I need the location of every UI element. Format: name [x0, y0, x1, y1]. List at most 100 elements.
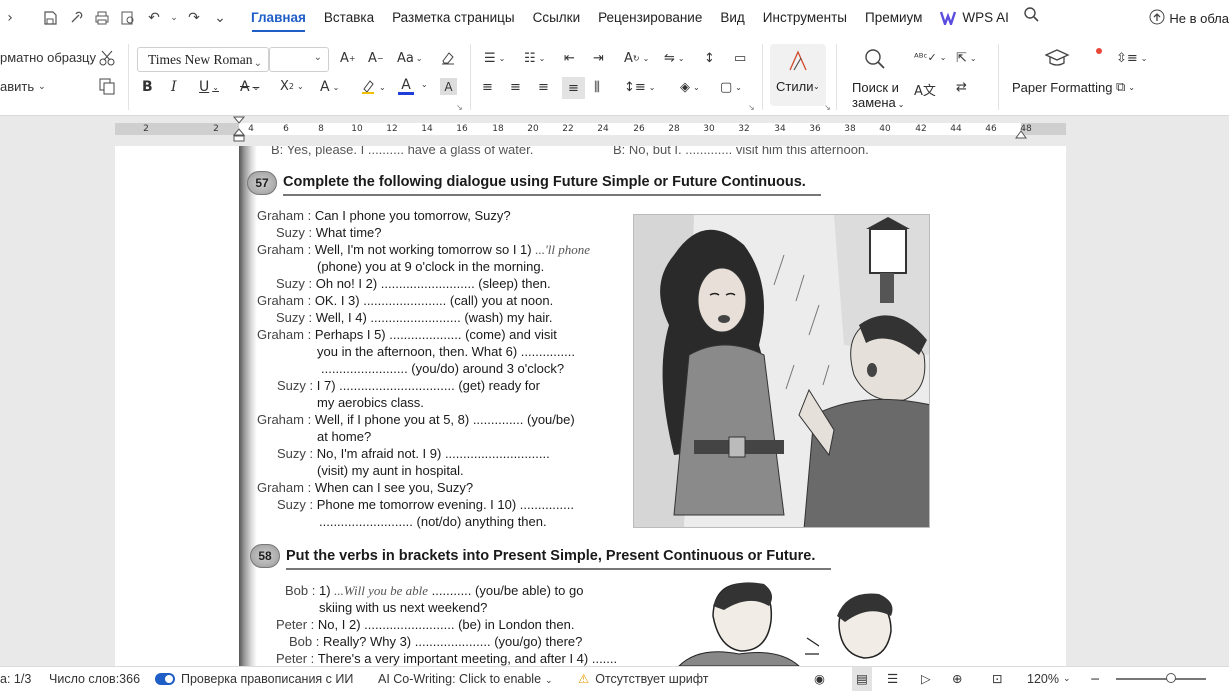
strikethrough-icon[interactable]: A ⌄ [240, 79, 259, 95]
illustration-two-men [669, 576, 909, 666]
change-case-icon[interactable]: Aa ⌄ [397, 51, 423, 66]
redo-icon[interactable]: ↷ [184, 8, 204, 28]
document-canvas[interactable]: B: Yes, please. I .......... have a glas… [0, 146, 1229, 666]
paragraph-spacing-icon[interactable]: ⇳≡ ⌄ [1116, 51, 1148, 66]
ruler-tick: 4 [248, 124, 254, 134]
text-direction-icon[interactable]: A ↻ ⌄ [624, 51, 649, 66]
cloud-status-button[interactable]: Не в обла [1149, 0, 1229, 36]
copy-icon[interactable] [98, 77, 116, 95]
save-icon[interactable] [40, 8, 60, 28]
more-chevron-icon[interactable]: ⌄ [210, 8, 230, 28]
styles-dialog-launcher-icon[interactable]: ↘ [824, 103, 831, 112]
font-dialog-launcher-icon[interactable]: ↘ [456, 103, 463, 112]
spell-check-icon[interactable]: ᴬᴮᶜ✓ ⌄ [914, 51, 946, 64]
char-shading-icon[interactable]: A [440, 78, 457, 95]
share-link-icon[interactable] [66, 8, 86, 28]
paper-formatting-icon[interactable] [1044, 48, 1070, 70]
shading-fill-icon[interactable]: ◈ ⌄ [680, 80, 700, 95]
zoom-slider-handle[interactable] [1166, 673, 1176, 683]
styles-button[interactable]: Стили ⌄ [770, 44, 826, 106]
align-center-icon[interactable]: ≡ [510, 80, 521, 95]
text-effect-icon[interactable]: A ⌄ [320, 79, 339, 95]
tab-page-layout[interactable]: Разметка страницы [383, 0, 523, 36]
zoom-out-icon[interactable]: − [1090, 667, 1100, 691]
zoom-level[interactable]: 120% [1027, 667, 1059, 691]
find-replace-button[interactable]: Поиск и замена ⌄ [852, 80, 904, 112]
numbered-list-icon[interactable]: ☷ ⌄ [524, 51, 545, 66]
find-replace-icon[interactable] [864, 48, 886, 70]
highlight-icon[interactable]: ⌄ [360, 79, 386, 95]
outline-view-icon[interactable]: ☰ [887, 667, 898, 691]
new-feature-dot [1096, 48, 1102, 54]
sort-text-icon[interactable]: ⇋ ⌄ [664, 51, 685, 66]
cut-icon[interactable] [98, 49, 116, 67]
word-count[interactable]: Число слов:366 [49, 667, 140, 691]
dialogue-line: at home? [317, 429, 372, 444]
search-button[interactable] [1018, 0, 1045, 36]
ruler-track[interactable]: 2 2 4 6 8 10 12 14 16 18 20 22 24 26 28 … [115, 123, 1066, 135]
tab-review[interactable]: Рецензирование [589, 0, 711, 36]
zoom-slider[interactable] [1116, 678, 1206, 680]
paste-dropdown-icon: ⌄ [38, 81, 46, 91]
first-line-indent-marker[interactable] [232, 116, 246, 145]
line-spacing-icon[interactable]: ↕≡ ⌄ [624, 80, 656, 95]
spellcheck-toggle[interactable]: Проверка правописания с ИИ [155, 667, 353, 691]
read-mode-icon[interactable]: ▷ [921, 667, 931, 691]
clear-format-icon[interactable] [440, 50, 456, 66]
convert-icon[interactable]: ⇄ [956, 80, 967, 95]
eye-protection-icon[interactable]: ◉ [814, 667, 825, 691]
italic-icon[interactable]: I [171, 79, 177, 95]
undo-dropdown-icon[interactable]: ⌄ [170, 8, 178, 28]
ruler-tick: 28 [668, 124, 680, 134]
superscript-icon[interactable]: X 2 ⌄ [280, 79, 304, 94]
tab-references[interactable]: Ссылки [524, 0, 590, 36]
collapse-arrow-icon[interactable]: › [0, 8, 20, 28]
document-page[interactable]: B: Yes, please. I .......... have a glas… [115, 146, 1066, 666]
ruler-tick: 12 [386, 124, 398, 134]
right-indent-marker[interactable] [1015, 128, 1027, 143]
tab-home[interactable]: Главная [242, 0, 315, 36]
tab-view[interactable]: Вид [711, 0, 753, 36]
sort-icon[interactable]: ↕ [704, 51, 715, 66]
page-view-icon[interactable]: ▤ [852, 667, 872, 691]
select-pointer-icon[interactable]: ⇱ ⌄ [956, 51, 977, 66]
font-name-select[interactable]: Times New Roman ⌄ [137, 47, 269, 72]
paragraph-dialog-launcher-icon[interactable]: ↘ [748, 103, 755, 112]
decrease-indent-icon[interactable]: ⇤ [564, 51, 575, 66]
font-size-select[interactable]: ⌄ [269, 47, 329, 72]
underline-icon[interactable]: U ⌄ [199, 79, 219, 95]
paste-button[interactable]: авить ⌄ [0, 79, 46, 94]
align-right-icon[interactable]: ≡ [538, 80, 549, 95]
tab-premium[interactable]: Премиум [856, 0, 931, 36]
exercise-title: Complete the following dialogue using Fu… [283, 174, 806, 190]
decrease-font-icon[interactable]: A − [368, 51, 384, 66]
borders-icon[interactable]: ▢ ⌄ [720, 80, 742, 95]
ai-cowriting-button[interactable]: AI Co-Writing: Click to enable ⌄ [378, 667, 553, 691]
print-icon[interactable] [92, 8, 112, 28]
tab-wps-ai[interactable]: WPS AI [931, 0, 1018, 36]
undo-icon[interactable]: ↶ [144, 8, 164, 28]
missing-font-warning[interactable]: ⚠ Отсутствует шрифт [578, 667, 709, 691]
arrange-shapes-icon[interactable]: ⧉ ⌄ [1116, 80, 1135, 95]
ai-cowriting-label: AI Co-Writing: Click to enable [378, 672, 542, 686]
font-color-dropdown-icon[interactable]: ⌄ [421, 80, 428, 89]
bullet-list-icon[interactable]: ☰ ⌄ [484, 51, 505, 66]
font-color-icon[interactable]: A [398, 77, 414, 95]
increase-font-icon[interactable]: A + [340, 51, 356, 66]
show-marks-icon[interactable]: ▭ [734, 51, 746, 66]
page-indicator[interactable]: а: 1/3 [0, 667, 31, 691]
format-painter-button[interactable]: рматно образцу [0, 50, 96, 65]
align-left-icon[interactable]: ≡ [482, 80, 493, 95]
web-view-icon[interactable]: ⊕ [952, 667, 962, 691]
increase-indent-icon[interactable]: ⇥ [593, 51, 604, 66]
justify-icon[interactable]: ≡ [562, 77, 585, 99]
fit-page-icon[interactable]: ⊡ [992, 667, 1002, 691]
bold-icon[interactable]: B [142, 79, 153, 95]
translate-icon[interactable]: A文 [914, 80, 936, 99]
zoom-dropdown-icon[interactable]: ⌄ [1063, 667, 1071, 691]
distributed-icon[interactable]: ⫼ [594, 80, 600, 95]
tab-insert[interactable]: Вставка [315, 0, 383, 36]
tab-tools[interactable]: Инструменты [754, 0, 856, 36]
print-preview-icon[interactable] [118, 8, 138, 28]
paper-formatting-button[interactable]: Paper Formatting [1012, 80, 1112, 95]
